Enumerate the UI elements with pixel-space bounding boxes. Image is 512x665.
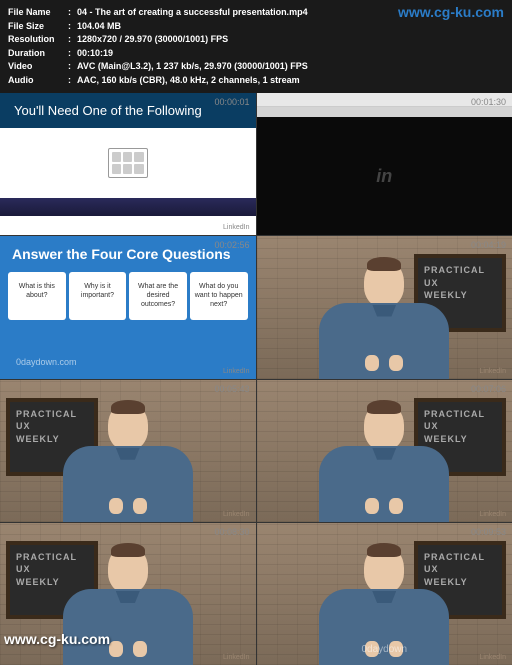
slide-footer-strip (0, 198, 256, 216)
thumbnail-8[interactable]: 00:09:53 PRACTICALUXWEEKLY 0daydown Link… (257, 523, 512, 665)
thumbnail-2[interactable]: in 00:01:30 (257, 93, 512, 235)
linkedin-logo: LinkedIn (480, 511, 506, 518)
timestamp: 00:00:01 (214, 97, 249, 107)
thumbnail-4[interactable]: 00:04:19 PRACTICALUXWEEKLY LinkedIn (257, 236, 512, 378)
meta-label-duration: Duration (8, 47, 68, 61)
thumbnail-3[interactable]: 00:02:56 Answer the Four Core Questions … (0, 236, 256, 378)
question-card-3: What are the desired outcomes? (129, 272, 187, 319)
thumbnail-1[interactable]: 00:00:01 You'll Need One of the Followin… (0, 93, 256, 235)
linkedin-logo: LinkedIn (480, 654, 506, 661)
question-card-1: What is this about? (8, 272, 66, 319)
in-logo-icon: in (376, 166, 392, 187)
meta-label-audio: Audio (8, 74, 68, 88)
question-card-2: Why is it important? (69, 272, 127, 319)
thumbnail-5[interactable]: 00:05:43 PRACTICALUXWEEKLY LinkedIn (0, 380, 256, 522)
timestamp: 00:01:30 (471, 97, 506, 107)
meta-value-filename: 04 - The art of creating a successful pr… (77, 6, 308, 20)
thumbnail-6[interactable]: 00:07:06 PRACTICALUXWEEKLY LinkedIn (257, 380, 512, 522)
watermark-small: 0daydown.com (16, 357, 77, 367)
meta-label-filesize: File Size (8, 20, 68, 34)
thumbnail-grid: 00:00:01 You'll Need One of the Followin… (0, 93, 512, 665)
meta-value-resolution: 1280x720 / 29.970 (30000/1001) FPS (77, 33, 228, 47)
linkedin-logo: LinkedIn (223, 654, 249, 661)
slide-title: Answer the Four Core Questions (8, 246, 248, 262)
timestamp: 00:05:43 (214, 384, 249, 394)
presenter-figure (319, 259, 449, 379)
timestamp: 00:04:19 (471, 240, 506, 250)
timestamp: 00:09:53 (471, 527, 506, 537)
meta-value-audio: AAC, 160 kb/s (CBR), 48.0 kHz, 2 channel… (77, 74, 300, 88)
watermark-top: www.cg-ku.com (398, 4, 504, 20)
meta-label-filename: File Name (8, 6, 68, 20)
meta-value-duration: 00:10:19 (77, 47, 113, 61)
meta-label-video: Video (8, 60, 68, 74)
card-row: What is this about? Why is it important?… (8, 272, 248, 319)
timestamp: 00:08:30 (214, 527, 249, 537)
linkedin-logo: LinkedIn (480, 368, 506, 375)
linkedin-logo: LinkedIn (223, 224, 249, 231)
grid-icon (108, 148, 148, 178)
meta-value-filesize: 104.04 MB (77, 20, 121, 34)
question-card-4: What do you want to happen next? (190, 272, 248, 319)
linkedin-logo: LinkedIn (223, 511, 249, 518)
presenter-figure (319, 402, 449, 522)
meta-value-video: AVC (Main@L3.2), 1 237 kb/s, 29.970 (300… (77, 60, 308, 74)
linkedin-logo: LinkedIn (223, 368, 249, 375)
browser-address-bar (257, 107, 512, 117)
presenter-figure (63, 545, 193, 665)
timestamp: 00:07:06 (471, 384, 506, 394)
presenter-figure (63, 402, 193, 522)
watermark-small: 0daydown (361, 644, 407, 655)
timestamp: 00:02:56 (214, 240, 249, 250)
browser-body: in (257, 117, 512, 235)
watermark-bottom: www.cg-ku.com (4, 631, 110, 647)
meta-label-resolution: Resolution (8, 33, 68, 47)
slide-body (0, 128, 256, 198)
